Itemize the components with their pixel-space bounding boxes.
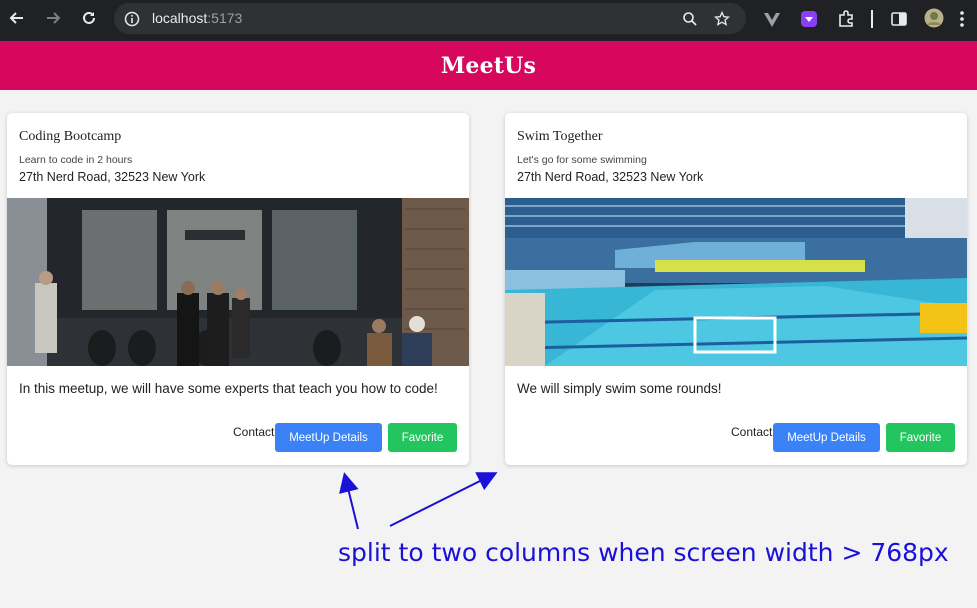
side-panel-icon[interactable] [889,9,909,29]
url-text: localhost:5173 [152,10,242,26]
url-host: localhost [152,10,208,26]
zoom-icon[interactable] [681,10,699,28]
meetup-subtitle: Let's go for some swimming [517,154,647,166]
meetup-address: 27th Nerd Road, 32523 New York [19,170,206,184]
profile-avatar-icon[interactable] [923,7,945,29]
annotation-text: split to two columns when screen width >… [338,538,949,567]
contact-link[interactable]: Contact [731,425,772,439]
meetup-card: Swim Together Let's go for some swimming… [505,113,967,465]
vue-devtools-icon[interactable] [762,10,782,30]
browser-menu-icon[interactable] [955,9,969,29]
meetup-description: We will simply swim some rounds! [517,381,722,396]
meetup-image [505,198,967,366]
extension-purple-icon[interactable] [799,9,819,29]
meetup-address: 27th Nerd Road, 32523 New York [517,170,704,184]
meetup-details-button[interactable]: MeetUp Details [275,423,382,452]
arrow-to-right-card [389,472,498,527]
reload-icon[interactable] [78,7,100,29]
app-title: MeetUs [440,52,537,79]
url-port: :5173 [207,10,243,26]
meetup-card: Coding Bootcamp Learn to code in 2 hours… [7,113,469,465]
meetup-subtitle: Learn to code in 2 hours [19,154,133,166]
browser-toolbar: localhost:5173 [0,0,977,41]
meetup-title: Swim Together [517,129,603,144]
bookmark-star-icon[interactable] [713,10,731,28]
meetup-description: In this meetup, we will have some expert… [19,381,438,396]
app-header: MeetUs [0,41,977,90]
arrow-to-left-card [339,472,359,530]
toolbar-divider [871,10,873,28]
favorite-button[interactable]: Favorite [388,423,457,452]
address-bar[interactable]: localhost:5173 [114,3,746,34]
extensions-puzzle-icon[interactable] [836,9,856,29]
site-info-icon[interactable] [124,11,140,27]
meetup-image [7,198,469,366]
back-icon[interactable] [6,7,28,29]
meetup-details-button[interactable]: MeetUp Details [773,423,880,452]
forward-icon[interactable] [42,7,64,29]
contact-link[interactable]: Contact [233,425,274,439]
favorite-button[interactable]: Favorite [886,423,955,452]
meetup-title: Coding Bootcamp [19,129,122,144]
